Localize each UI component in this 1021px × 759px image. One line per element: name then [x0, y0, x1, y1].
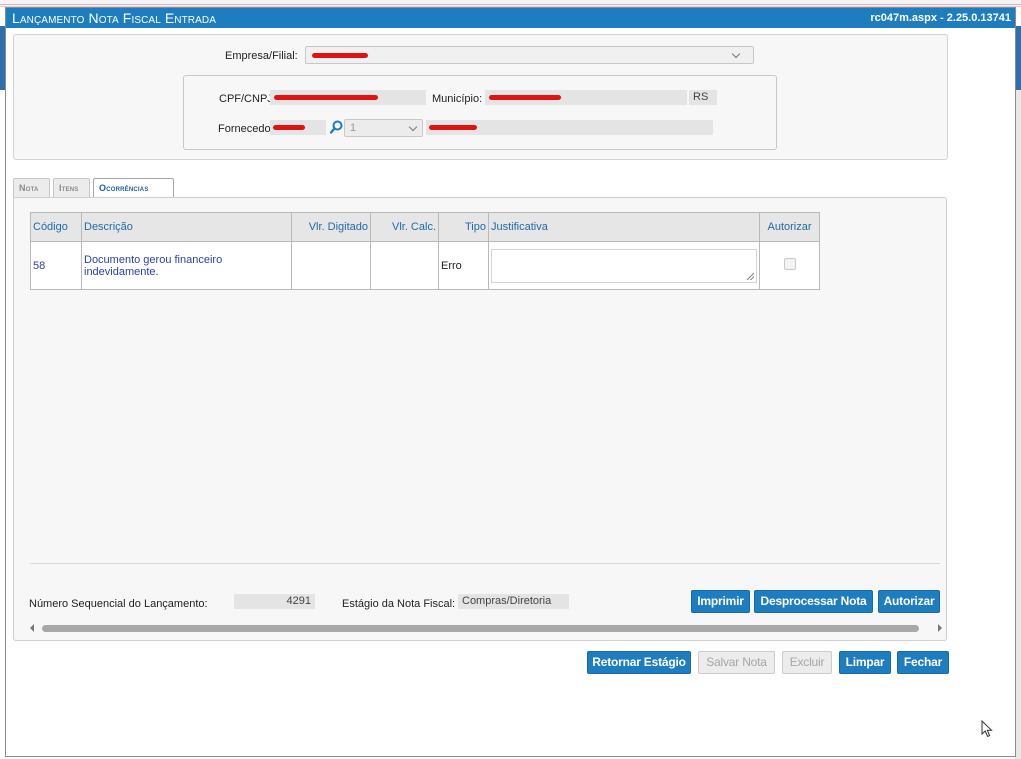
- autorizar-checkbox[interactable]: [783, 258, 796, 270]
- nota-fiscal-dialog: Lançamento Nota Fiscal Entrada rc047m.as…: [5, 7, 1016, 757]
- table-header-row: Código Descrição Vlr. Digitado Vlr. Calc…: [30, 212, 820, 242]
- cell-vlr-digitado: [291, 241, 371, 290]
- scroll-right-icon[interactable]: [938, 624, 942, 632]
- dialog-title: Lançamento Nota Fiscal Entrada: [12, 10, 216, 26]
- redacted-empresa: [312, 53, 368, 58]
- empresa-select[interactable]: [305, 46, 754, 64]
- panel-divider: [30, 563, 940, 564]
- mouse-cursor-icon: [981, 720, 993, 738]
- dialog-titlebar: Lançamento Nota Fiscal Entrada rc047m.as…: [6, 8, 1015, 28]
- cell-codigo: 58: [30, 241, 82, 290]
- horizontal-scrollbar[interactable]: [30, 621, 942, 635]
- cpf-field[interactable]: [270, 90, 426, 105]
- background-app-topbar: [0, 0, 1021, 7]
- retornar-estagio-button[interactable]: Retornar Estágio: [587, 651, 691, 674]
- scroll-left-icon[interactable]: [30, 624, 34, 632]
- cell-justificativa: [488, 241, 760, 290]
- col-vlr-digitado[interactable]: Vlr. Digitado: [291, 212, 371, 242]
- tab-itens[interactable]: Itens: [53, 178, 90, 198]
- col-codigo[interactable]: Código: [30, 212, 82, 242]
- fechar-button[interactable]: Fechar: [897, 651, 949, 674]
- empresa-label: Empresa/Filial:: [225, 50, 298, 62]
- tab-nota[interactable]: Nota: [13, 178, 50, 198]
- col-tipo[interactable]: Tipo: [438, 212, 489, 242]
- table-row: 58 Documento gerou financeiro indevidame…: [30, 241, 820, 290]
- salvar-nota-button[interactable]: Salvar Nota: [698, 651, 775, 674]
- chevron-down-icon: [731, 49, 741, 59]
- seq-field[interactable]: 4291: [234, 594, 315, 609]
- autorizar-button[interactable]: Autorizar: [878, 590, 940, 613]
- fornecedor-label: Fornecedor:: [218, 123, 278, 135]
- fornecedor-section: CPF/CNPJ: Município: RS Fornecedor: 1: [183, 75, 777, 150]
- fornecedor-select[interactable]: 1: [344, 119, 423, 137]
- fornecedor-select-value: 1: [350, 122, 357, 134]
- col-descricao[interactable]: Descrição: [81, 212, 292, 242]
- chevron-down-icon: [408, 122, 418, 132]
- municipio-field[interactable]: [485, 90, 687, 105]
- cell-descricao: Documento gerou financeiro indevidamente…: [81, 241, 292, 290]
- col-autorizar[interactable]: Autorizar: [759, 212, 820, 242]
- estagio-field[interactable]: Compras/Diretoria: [458, 594, 569, 609]
- excluir-button[interactable]: Excluir: [782, 651, 832, 674]
- redacted-cpf: [274, 95, 378, 100]
- resize-grip-icon[interactable]: [747, 272, 754, 280]
- ocorrencias-panel: Código Descrição Vlr. Digitado Vlr. Calc…: [13, 197, 947, 641]
- cpf-label: CPF/CNPJ:: [219, 93, 276, 105]
- cell-autorizar: [759, 241, 820, 290]
- cell-tipo: Erro: [438, 241, 489, 290]
- redacted-fornecedor-code: [273, 125, 305, 130]
- scroll-thumb[interactable]: [42, 625, 919, 632]
- col-vlr-calc[interactable]: Vlr. Calc.: [370, 212, 439, 242]
- desprocessar-nota-button[interactable]: Desprocessar Nota: [754, 590, 873, 613]
- cell-vlr-calc: [370, 241, 439, 290]
- seq-label: Número Sequencial do Lançamento:: [29, 598, 208, 610]
- search-icon[interactable]: [330, 120, 343, 134]
- limpar-button[interactable]: Limpar: [839, 651, 891, 674]
- ocorrencias-table: Código Descrição Vlr. Digitado Vlr. Calc…: [30, 212, 820, 290]
- justificativa-textarea[interactable]: [491, 248, 757, 283]
- municipio-label: Município:: [432, 93, 483, 105]
- redacted-fornecedor-name: [429, 125, 477, 130]
- redacted-municipio: [489, 95, 561, 100]
- uf-field[interactable]: RS: [689, 90, 717, 105]
- estagio-label: Estágio da Nota Fiscal:: [342, 598, 456, 610]
- page-version: rc047m.aspx - 2.25.0.13741: [870, 12, 1011, 24]
- col-justificativa[interactable]: Justificativa: [488, 212, 760, 242]
- tab-ocorrencias[interactable]: Ocorrências: [93, 178, 174, 199]
- fornecedor-name-field[interactable]: [426, 120, 713, 135]
- imprimir-button[interactable]: Imprimir: [691, 590, 750, 613]
- fornecedor-code-field[interactable]: [270, 120, 326, 135]
